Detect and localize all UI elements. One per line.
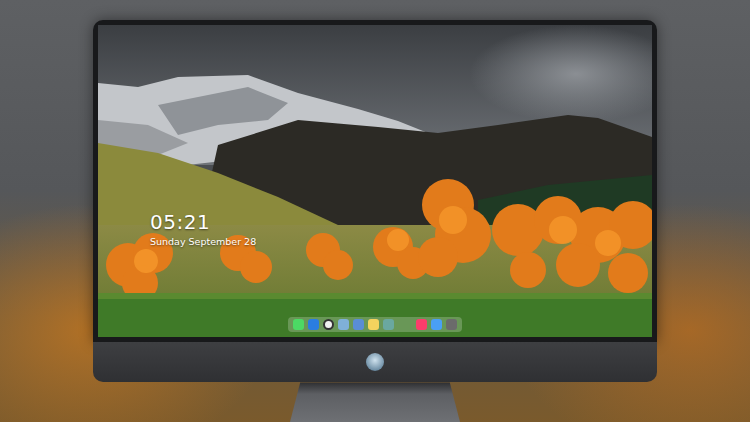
dock [288,317,462,332]
clock-icon[interactable] [323,319,334,330]
photos-icon[interactable] [383,319,394,330]
notes-icon[interactable] [368,319,379,330]
clock-date: Sunday September 28 [150,236,256,248]
monitor-bezel: 05:21 Sunday September 28 [93,20,657,342]
screen: 05:21 Sunday September 28 [98,25,652,337]
video-icon[interactable] [353,319,364,330]
wallpaper [98,25,652,337]
brand-logo-icon [366,353,384,371]
preview-icon[interactable] [338,319,349,330]
messages-icon[interactable] [293,319,304,330]
app-store-icon[interactable] [431,319,442,330]
finder-icon[interactable] [308,319,319,330]
monitor-stand [290,382,460,422]
monitor-chin [93,342,657,382]
desktop-mockup: 05:21 Sunday September 28 [0,0,750,422]
camera-icon[interactable] [446,319,457,330]
dock-separator [398,319,412,330]
clock-time: 05:21 [150,211,256,234]
lock-clock: 05:21 Sunday September 28 [150,211,256,248]
music-icon[interactable] [416,319,427,330]
